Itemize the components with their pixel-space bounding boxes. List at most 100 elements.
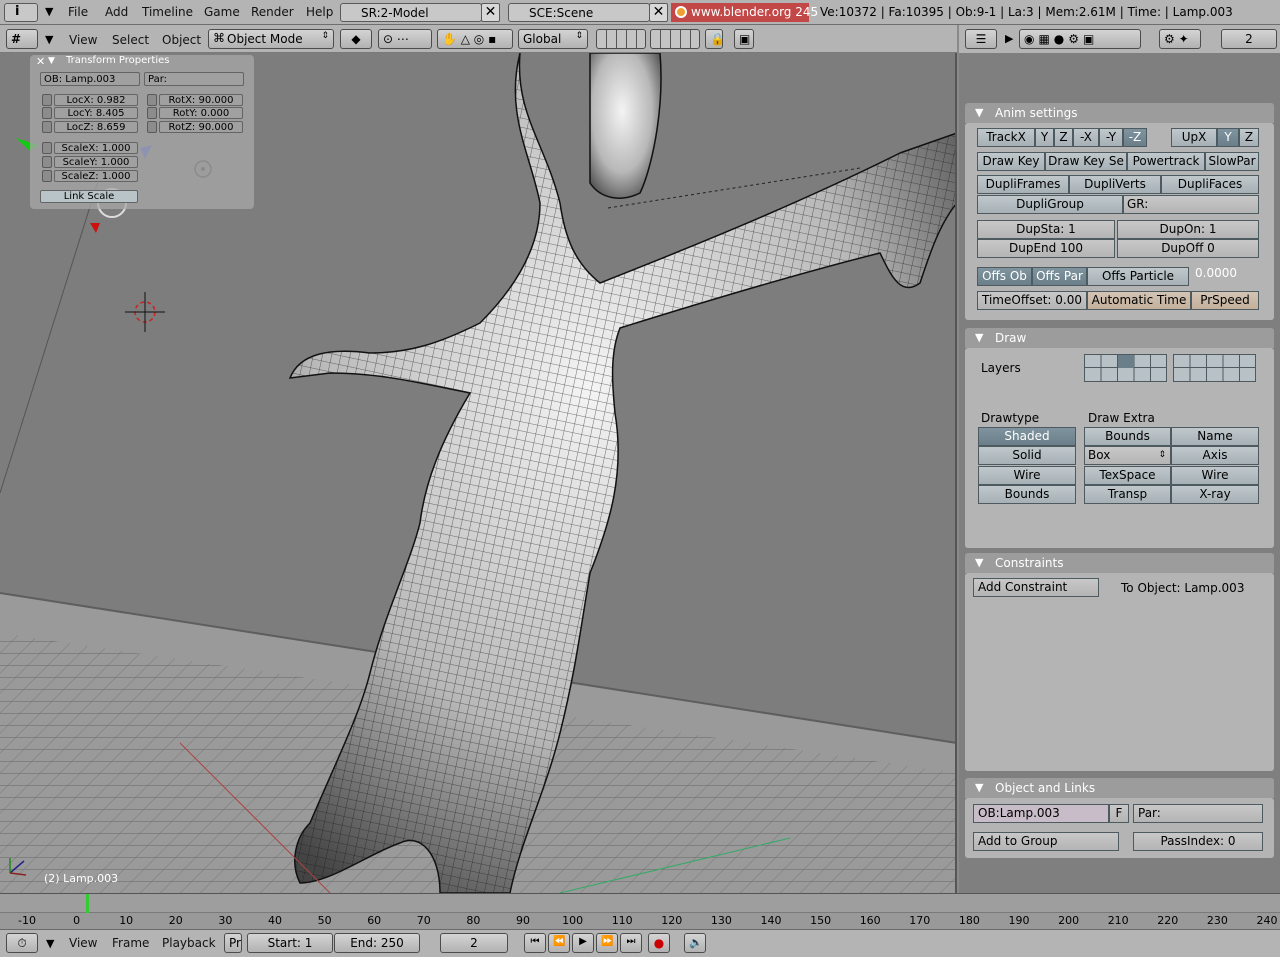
prev-key-icon[interactable]: ⏪ [548,933,570,953]
lock-icon[interactable] [42,156,52,168]
add-to-group-button[interactable]: Add to Group [973,832,1119,851]
locy-field[interactable]: LocY: 8.405 [54,107,138,119]
preview-range-button[interactable]: Pr [224,933,242,953]
draw-key-button[interactable]: Draw Key [977,152,1045,171]
lock-icon[interactable] [42,121,52,133]
collapse-header-icon[interactable]: ▶ [1005,32,1013,45]
track-y-button[interactable]: Y [1035,128,1054,147]
collapse-menu-icon[interactable]: ▼ [45,5,53,18]
xray-button[interactable]: X-ray [1171,485,1259,504]
dupon-field[interactable]: DupOn: 1 [1117,220,1259,239]
draw-key-sel-button[interactable]: Draw Key Se [1045,152,1127,171]
name-button[interactable]: Name [1171,427,1259,446]
lock-icon[interactable] [42,94,52,106]
layer-grid-b[interactable] [1173,354,1256,382]
object-links-header[interactable]: ▼ Object and Links [965,778,1274,798]
slowpar-button[interactable]: SlowPar [1205,152,1259,171]
manipulator-toggle[interactable]: ✋ △ ◎ ▪ [437,29,513,49]
offs-particle-button[interactable]: Offs Particle [1087,267,1189,286]
blender-site-badge[interactable]: www.blender.org 245 [671,3,818,22]
locx-field[interactable]: LocX: 0.982 [54,94,138,106]
draw-header[interactable]: ▼ Draw [965,328,1274,348]
anim-settings-header[interactable]: ▼ Anim settings [965,103,1274,123]
dupsta-field[interactable]: DupSta: 1 [977,220,1115,239]
powertrack-button[interactable]: Powertrack [1127,152,1205,171]
locz-field[interactable]: LocZ: 8.659 [54,121,138,133]
trackx-button[interactable]: TrackX [977,128,1035,147]
play-icon[interactable]: ▶ [572,933,594,953]
menu-timeline[interactable]: Timeline [142,5,193,19]
dupend-field[interactable]: DupEnd 100 [977,239,1115,258]
scene-selector[interactable]: SCE:Scene [508,3,650,22]
start-frame-field[interactable]: Start: 1 [247,933,333,953]
audio-icon[interactable]: 🔈 [684,933,706,953]
current-frame-field[interactable]: 2 [440,933,508,953]
render-preview-icon[interactable]: ▣ [734,29,754,49]
layer-buttons-b[interactable] [650,29,700,49]
scaley-field[interactable]: ScaleY: 1.000 [54,156,138,168]
jump-start-icon[interactable]: ⏮ [524,933,546,953]
menu-file[interactable]: File [68,5,88,19]
track-z-button[interactable]: Z [1054,128,1073,147]
close-screen-icon[interactable]: ✕ [481,3,500,22]
lock-layers-icon[interactable]: 🔒 [705,29,725,49]
extra-bounds-button[interactable]: Bounds [1084,427,1171,446]
menu-view[interactable]: View [69,33,97,47]
context-buttons[interactable]: ◉▦●⚙▣ [1019,29,1141,49]
menu-object[interactable]: Object [162,33,201,47]
rotz-field[interactable]: RotZ: 90.000 [159,121,243,133]
record-icon[interactable]: ● [648,933,670,953]
pass-index-field[interactable]: PassIndex: 0 [1133,832,1263,851]
parent-field[interactable]: Par: [1133,804,1263,823]
link-scale-button[interactable]: Link Scale [40,190,138,203]
object-name-field[interactable]: OB:Lamp.003 [973,804,1109,823]
jump-end-icon[interactable]: ⏭ [620,933,642,953]
object-name-field[interactable]: OB: Lamp.003 [40,72,140,86]
lock-icon[interactable] [42,142,52,154]
menu-game[interactable]: Game [204,5,240,19]
end-frame-field[interactable]: End: 250 [334,933,420,953]
editor-type-icon[interactable]: ☰ [965,29,997,49]
offs-par-button[interactable]: Offs Par [1032,267,1087,286]
menu-add[interactable]: Add [105,5,128,19]
rotx-field[interactable]: RotX: 90.000 [159,94,243,106]
add-constraint-button[interactable]: Add Constraint [973,578,1099,597]
duplifaces-button[interactable]: DupliFaces [1161,175,1259,194]
pivot-selector[interactable]: ⊙ ⋯ [378,29,432,49]
scalex-field[interactable]: ScaleX: 1.000 [54,142,138,154]
dupligroup-button[interactable]: DupliGroup [977,195,1123,214]
next-key-icon[interactable]: ⏩ [596,933,618,953]
up-z-button[interactable]: Z [1239,128,1259,147]
menu-frame[interactable]: Frame [112,936,149,950]
object-context-icon[interactable]: ⚙ ✦ [1159,29,1201,49]
constraints-header[interactable]: ▼ Constraints [965,553,1274,573]
layer-buttons-a[interactable] [596,29,646,49]
dupliverts-button[interactable]: DupliVerts [1069,175,1161,194]
group-field[interactable]: GR: [1123,195,1259,214]
frame-number-field[interactable]: 2 [1221,29,1277,49]
drawtype-bounds-button[interactable]: Bounds [978,485,1076,504]
draw-type-selector[interactable]: ◆ [340,29,372,49]
track-negy-button[interactable]: -Y [1099,128,1123,147]
menu-render[interactable]: Render [251,5,294,19]
lock-icon[interactable] [147,121,157,133]
timeline[interactable]: -10 0 10 20 30 40 50 60 70 80 90 100 110 120 130 140 150… [0,893,1280,929]
fake-user-button[interactable]: F [1109,804,1129,823]
collapse-header-icon[interactable]: ▼ [46,937,54,950]
drawtype-wire-button[interactable]: Wire [978,466,1076,485]
wire-button[interactable]: Wire [1171,466,1259,485]
track-negz-button[interactable]: -Z [1123,128,1147,147]
close-panel-icon[interactable]: ✕ [36,55,45,68]
lock-icon[interactable] [147,94,157,106]
up-y-button[interactable]: Y [1217,128,1239,147]
bounds-type-selector[interactable]: Box ⇕ [1084,446,1171,465]
lock-icon[interactable] [42,170,52,182]
close-scene-icon[interactable]: ✕ [649,3,668,22]
info-editor-icon[interactable]: i [4,3,38,22]
menu-select[interactable]: Select [112,33,149,47]
drawtype-solid-button[interactable]: Solid [978,446,1076,465]
scalez-field[interactable]: ScaleZ: 1.000 [54,170,138,182]
transp-button[interactable]: Transp [1084,485,1171,504]
lock-icon[interactable] [42,107,52,119]
upx-button[interactable]: UpX [1171,128,1217,147]
